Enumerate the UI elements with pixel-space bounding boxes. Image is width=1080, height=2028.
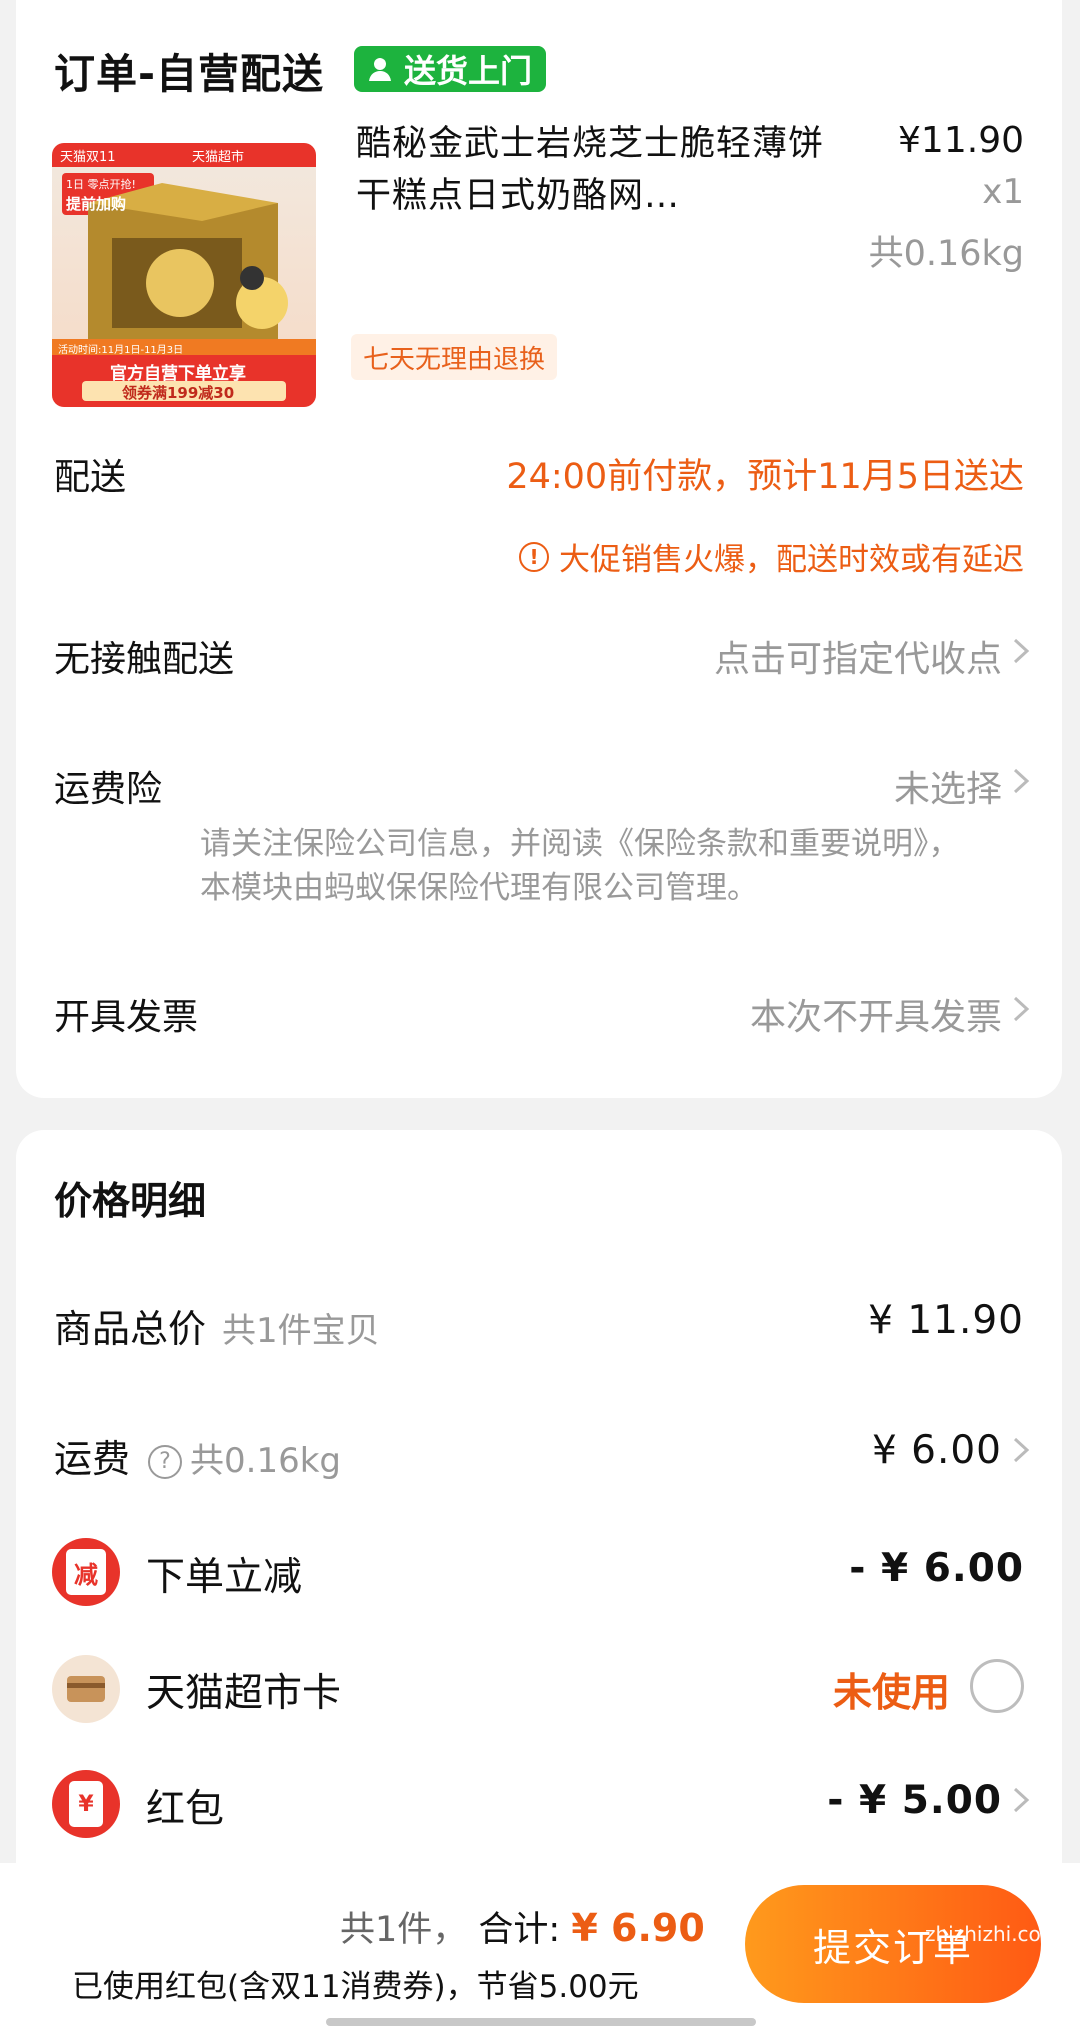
contactless-value[interactable]: 点击可指定代收点 [714, 630, 1002, 682]
invoice-value[interactable]: 本次不开具发票 [750, 988, 1002, 1040]
supermarket-card-label: 天猫超市卡 [146, 1671, 342, 1716]
product-weight: 共0.16kg [868, 234, 1024, 274]
chevron-right-icon[interactable] [1008, 636, 1034, 666]
image-text-line1: 官方自营下单立享 [110, 364, 246, 384]
insurance-description: 请关注保险公司信息，并阅读《保险条款和重要说明》，本模块由蚂蚁保保险代理有限公司… [200, 826, 960, 906]
red-packet-icon: ¥ [52, 1770, 120, 1838]
image-text-supermarket: 天猫超市 [192, 150, 245, 165]
insurance-label: 运费险 [54, 769, 163, 810]
chevron-right-icon[interactable] [1008, 1435, 1034, 1465]
image-text-banner2: 提前加购 [66, 195, 127, 213]
saving-note: 已使用红包(含双11消费券)，节省5.00元 [72, 1969, 639, 2005]
delay-note-text: 大促销售火爆，配送时效或有延迟 [559, 542, 1024, 578]
shipping-weight: 共0.16kg [190, 1441, 341, 1481]
badge-label: 送货上门 [404, 52, 533, 90]
shipping-label: 运费 [54, 1437, 131, 1481]
goods-total-value: ¥ 11.90 [868, 1298, 1024, 1343]
goods-count: 共1件宝贝 [222, 1311, 380, 1351]
warning-icon: ! [519, 541, 549, 572]
insurance-value[interactable]: 未选择 [894, 760, 1002, 812]
shipping-row: 运费? 共0.16kg [54, 1428, 341, 1483]
image-text-line2: 领券满199减30 [122, 384, 235, 402]
shipping-value[interactable]: ¥ 6.00 [872, 1428, 1002, 1473]
order-title: 订单-自营配送 [54, 50, 325, 98]
refund-tag: 七天无理由退换 [351, 334, 558, 380]
delivery-badge: 送货上门 [354, 46, 547, 92]
red-packet-label: 红包 [146, 1787, 225, 1832]
watermark: zhizhizhi.com [925, 1922, 1061, 1946]
chevron-right-icon[interactable] [1008, 1785, 1034, 1815]
person-icon [369, 58, 391, 81]
chevron-right-icon[interactable] [1008, 766, 1034, 796]
checkout-bar: 共1件， 合计: ¥ 6.90 已使用红包(含双11消费券)，节省5.00元 提… [0, 1863, 1080, 2028]
product-title[interactable]: 酷秘金武士岩烧芝士脆轻薄饼干糕点日式奶酪网… [356, 118, 826, 222]
red-packet-icon-label: ¥ [69, 1781, 103, 1827]
image-text-activity: 活动时间:11月1日-11月3日 [58, 345, 184, 356]
product-image[interactable]: 天猫双11 天猫超市 1日 零点开抢! 提前加购 活动时间:11月1日-11月3… [52, 143, 316, 407]
goods-total-label: 商品总价 [54, 1307, 207, 1351]
red-packet-value[interactable]: - ¥ 5.00 [827, 1778, 1002, 1823]
price-detail-card: 价格明细 商品总价 共1件宝贝 ¥ 11.90 运费? 共0.16kg ¥ 6.00… [16, 1130, 1062, 1890]
instant-discount-label: 下单立减 [146, 1555, 303, 1600]
instant-discount-value: - ¥ 6.00 [849, 1546, 1024, 1591]
product-price: ¥11.90 [898, 120, 1024, 161]
product-quantity: x1 [982, 172, 1024, 212]
invoice-label: 开具发票 [54, 997, 199, 1038]
supermarket-card-radio[interactable] [970, 1659, 1024, 1713]
supermarket-card-value: 未使用 [832, 1671, 950, 1716]
card-icon [52, 1655, 120, 1723]
discount-icon: 减 [52, 1538, 120, 1606]
item-count: 共1件， [340, 1910, 468, 1950]
chevron-right-icon[interactable] [1008, 994, 1034, 1024]
home-indicator[interactable] [326, 2018, 756, 2026]
contactless-label: 无接触配送 [54, 639, 235, 680]
price-detail-title: 价格明细 [54, 1179, 207, 1223]
goods-total-row: 商品总价 共1件宝贝 [54, 1298, 380, 1353]
question-icon[interactable]: ? [148, 1444, 183, 1479]
order-total-summary: 共1件， 合计: ¥ 6.90 [340, 1901, 705, 1952]
image-text-tmall11: 天猫双11 [60, 150, 116, 165]
total-label: 合计: [478, 1910, 561, 1950]
discount-icon-label: 减 [66, 1549, 106, 1595]
total-amount: ¥ 6.90 [571, 1906, 705, 1950]
delivery-delay-note: ! 大促销售火爆，配送时效或有延迟 [519, 534, 1024, 579]
delivery-label: 配送 [54, 457, 127, 498]
delivery-estimate: 24:00前付款，预计11月5日送达 [506, 457, 1024, 497]
image-text-banner1: 1日 零点开抢! [66, 178, 136, 191]
order-card: 订单-自营配送 送货上门 天猫双11 天猫超市 1日 零点开抢! 提前加购 活动… [16, 0, 1062, 1098]
